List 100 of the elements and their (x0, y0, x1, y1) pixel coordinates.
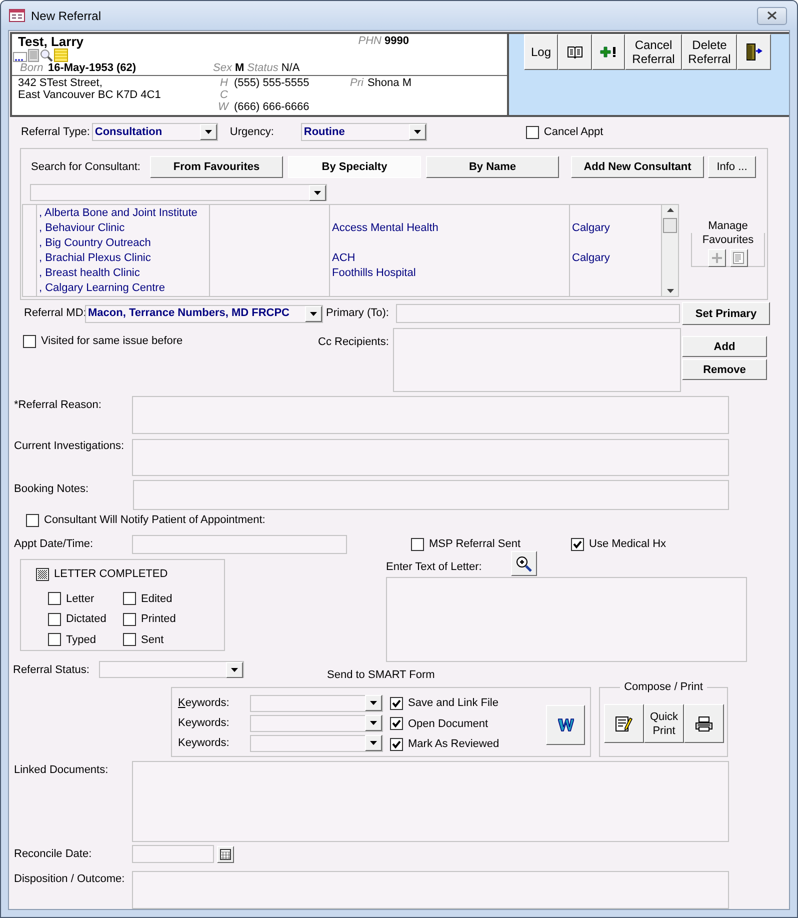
letter-step-label: Printed (141, 612, 176, 627)
toolbar-button[interactable] (558, 34, 592, 70)
checkbox[interactable] (411, 538, 424, 551)
calendar-button[interactable] (217, 846, 234, 862)
letter-step-label: Typed (66, 632, 96, 648)
compose-print-title: Compose / Print (623, 680, 704, 694)
compose-print-button[interactable] (684, 704, 724, 743)
booking-notes-field[interactable] (133, 480, 729, 510)
word-button[interactable] (546, 705, 585, 745)
close-button[interactable] (757, 6, 787, 24)
search-mode-button[interactable]: By Name (426, 156, 559, 178)
dropdown-arrow-button[interactable] (305, 306, 322, 322)
referral-md-dropdown[interactable]: Macon, Terrance Numbers, MD FRCPC (85, 304, 323, 322)
window-title: New Referral (31, 8, 102, 24)
dropdown-arrow-button[interactable] (408, 124, 426, 140)
checkbox[interactable] (123, 633, 136, 646)
scroll-thumb[interactable] (663, 218, 677, 233)
linked-documents-field[interactable] (132, 761, 729, 842)
current-investigations-label: Current Investigations: (14, 440, 126, 454)
checkbox[interactable] (48, 633, 61, 646)
checkbox[interactable] (23, 334, 36, 348)
phn-value: 9990 (384, 34, 409, 49)
keywords-label: Keywords: (178, 736, 230, 751)
checkbox[interactable] (123, 612, 136, 626)
add-favourite-button[interactable] (708, 249, 726, 267)
toolbar-button[interactable]: Log (524, 34, 558, 70)
city-cell-text: Calgary (572, 251, 610, 266)
phone-number: (555) 555-5555 (234, 77, 310, 89)
edit-favourites-button[interactable] (730, 249, 748, 267)
checkbox[interactable] (390, 696, 403, 710)
primary-to-field[interactable] (396, 304, 680, 323)
checkbox[interactable] (526, 126, 539, 138)
consultant-name-cell[interactable]: , Calgary Learning Centre (39, 280, 165, 297)
checkbox[interactable] (36, 568, 49, 581)
compose-print-button[interactable] (604, 704, 644, 743)
caret-down-icon (414, 130, 421, 134)
consultant-name-cell[interactable]: , Big Country Outreach (39, 235, 151, 252)
add-consultant-button[interactable]: Add New Consultant (571, 156, 704, 178)
city-cell-text: Calgary (572, 221, 610, 236)
dropdown-arrow-button[interactable] (365, 715, 382, 731)
current-investigations-field[interactable] (132, 439, 729, 476)
urgency-dropdown[interactable]: Routine (300, 123, 427, 141)
document-icon (28, 49, 39, 62)
caret-down-icon (314, 190, 321, 194)
born-value: 16-May-1953 (62) (48, 62, 138, 75)
toolbar-button[interactable]: Cancel Referral (625, 34, 682, 70)
dropdown-arrow-button[interactable] (365, 695, 382, 711)
toolbar-button[interactable]: Delete Referral (682, 34, 737, 70)
booking-notes-label: Booking Notes: (14, 482, 90, 497)
cc-recipients-field[interactable] (393, 328, 681, 392)
referral-md-label: Referral MD: (24, 306, 85, 322)
consultant-name-cell[interactable]: , Breast health Clinic (39, 265, 140, 282)
zoom-button[interactable] (511, 551, 537, 576)
cancel-appt-label: Cancel Appt (544, 124, 604, 140)
checkbox[interactable] (48, 612, 61, 626)
checkbox[interactable] (571, 538, 584, 551)
referral-type-label: Referral Type: (21, 124, 90, 140)
scroll-down-icon (666, 289, 674, 293)
caret-down-icon (370, 741, 377, 745)
checkbox[interactable] (390, 717, 403, 730)
checkbox[interactable] (26, 514, 39, 526)
disposition-field[interactable] (132, 871, 729, 909)
toolbar-button[interactable] (737, 34, 771, 70)
referral-reason-field[interactable] (132, 396, 729, 434)
reconcile-date-field[interactable] (132, 845, 214, 863)
referral-type-dropdown[interactable]: Consultation (92, 123, 218, 141)
phone-type-label: H (219, 77, 228, 89)
appt-date-time-field[interactable] (132, 535, 347, 554)
info-button[interactable]: Info ... (708, 156, 756, 178)
letter-text-field[interactable] (386, 577, 747, 662)
checkbox[interactable] (390, 738, 403, 751)
remove-button[interactable]: Remove (682, 359, 767, 380)
dropdown-arrow-button[interactable] (365, 735, 382, 751)
consultant-name-cell[interactable]: , Brachial Plexus Clinic (39, 250, 151, 267)
printer-icon (695, 716, 713, 732)
smart-option-label: Save and Link File (408, 696, 498, 711)
list-icon (733, 252, 745, 264)
dropdown-arrow-button[interactable] (200, 124, 217, 140)
set-primary-button[interactable]: Set Primary (682, 302, 770, 325)
consultant-name-cell[interactable]: , Behaviour Clinic (39, 220, 125, 237)
referral-status-label: Referral Status: (13, 663, 90, 678)
phone-type-label: C (219, 89, 228, 101)
quick-print-button[interactable]: Quick Print (644, 704, 684, 743)
consultant-name-cell[interactable]: , Alberta Bone and Joint Institute (39, 205, 198, 222)
checkbox[interactable] (123, 592, 136, 606)
scrollbar[interactable] (662, 205, 678, 296)
add-button[interactable]: Add (682, 336, 767, 357)
search-mode-button[interactable]: By Specialty (288, 156, 421, 178)
toolbar-button[interactable] (592, 34, 625, 70)
letter-step-label: Sent (141, 632, 164, 648)
cc-recipients-label: Cc Recipients: (318, 335, 390, 350)
smart-form-title: Send to SMART Form (327, 669, 435, 681)
search-mode-button[interactable]: From Favourites (150, 156, 283, 178)
phone-number: (666) 666-6666 (234, 101, 310, 113)
dropdown-arrow-button[interactable] (309, 184, 326, 200)
checkbox[interactable] (48, 592, 61, 606)
keywords-label: Keywords: (178, 696, 230, 711)
linked-documents-label: Linked Documents: (14, 763, 110, 778)
dropdown-arrow-button[interactable] (226, 662, 243, 678)
calendar-icon (220, 848, 231, 860)
